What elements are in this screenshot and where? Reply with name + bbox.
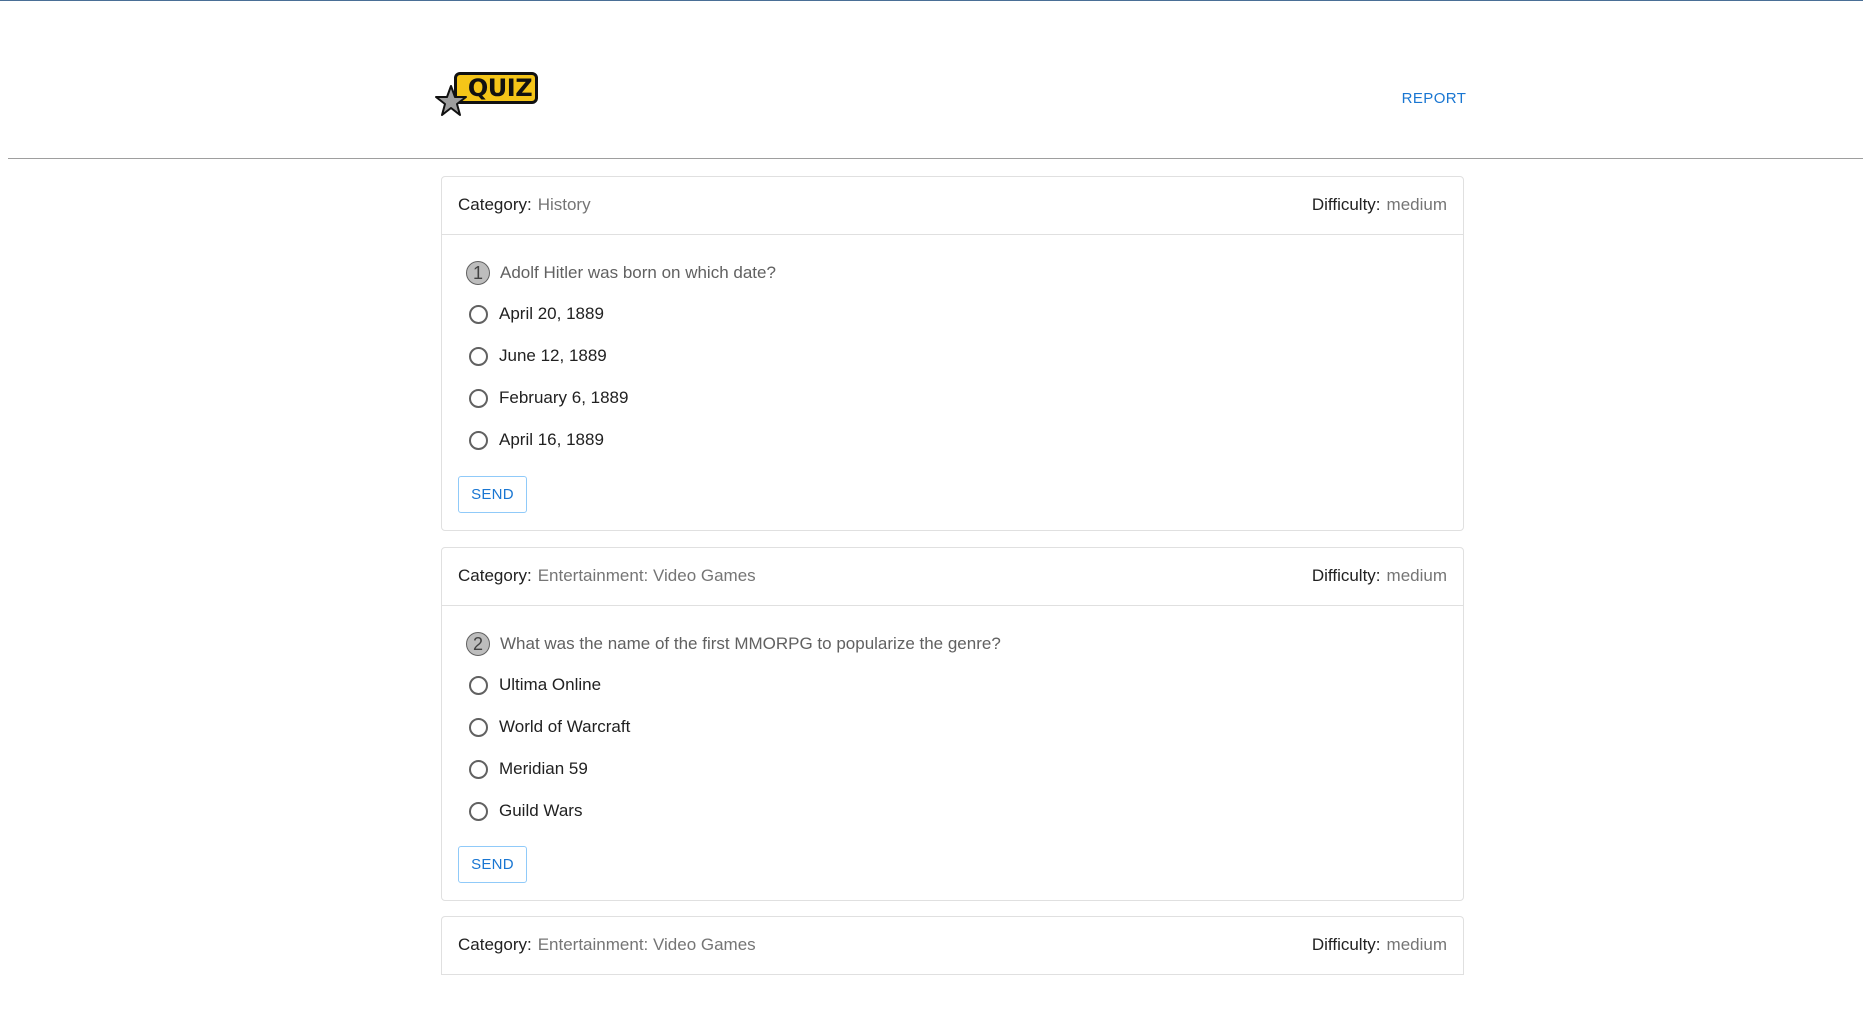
answer-label: April 20, 1889 (499, 304, 604, 323)
difficulty-label: Difficulty: (1311, 195, 1381, 214)
answer-label: Ultima Online (499, 675, 602, 694)
question-number-badge: 2 (466, 632, 490, 656)
category-label: Category: (458, 935, 532, 954)
radio-button[interactable] (469, 717, 488, 737)
category-info: Category: History (458, 194, 591, 216)
difficulty-value: medium (1386, 935, 1447, 954)
difficulty-info: Difficulty: medium (1312, 194, 1447, 216)
answer-label: Guild Wars (499, 801, 583, 820)
answer-option[interactable]: Guild Wars (469, 798, 582, 824)
question-card: Category: History Difficulty: medium 1 Ado… (441, 176, 1464, 531)
answer-option[interactable]: February 6, 1889 (469, 385, 628, 411)
category-label: Category: (458, 566, 532, 585)
question-number-badge: 1 (466, 261, 490, 285)
answer-option[interactable]: Meridian 59 (469, 756, 588, 782)
answer-label: April 16, 1889 (499, 430, 604, 449)
difficulty-info: Difficulty: medium (1312, 934, 1447, 956)
send-button[interactable]: SEND (458, 846, 527, 883)
category-value: Entertainment: Video Games (537, 566, 756, 585)
app-header (8, 1, 1863, 159)
category-info: Category: Entertainment: Video Games (458, 565, 756, 587)
answer-option[interactable]: Ultima Online (469, 672, 601, 698)
card-header: Category: Entertainment: Video Games Diff… (442, 548, 1463, 606)
category-info: Category: Entertainment: Video Games (458, 934, 756, 956)
answer-option[interactable]: June 12, 1889 (469, 343, 607, 369)
question-card: Category: Entertainment: Video Games Diff… (441, 547, 1464, 901)
answer-option[interactable]: April 16, 1889 (469, 427, 604, 453)
difficulty-info: Difficulty: medium (1312, 565, 1447, 587)
question: 1 Adolf Hitler was born on which date? (466, 259, 776, 287)
answer-label: June 12, 1889 (499, 346, 607, 365)
difficulty-value: medium (1386, 195, 1447, 214)
difficulty-label: Difficulty: (1311, 566, 1381, 585)
radio-button[interactable] (469, 388, 488, 408)
difficulty-label: Difficulty: (1311, 935, 1381, 954)
answer-label: Meridian 59 (499, 759, 588, 778)
card-header: Category: History Difficulty: medium (442, 177, 1463, 235)
quiz-logo[interactable]: QUIZ (434, 66, 544, 126)
card-header: Category: Entertainment: Video Games Diff… (442, 917, 1463, 975)
difficulty-value: medium (1386, 566, 1447, 585)
question: 2 What was the name of the first MMORPG … (466, 630, 1001, 658)
radio-button[interactable] (469, 759, 488, 779)
report-link[interactable]: REPORT (1394, 88, 1474, 110)
radio-button[interactable] (469, 304, 488, 324)
radio-button[interactable] (469, 801, 488, 821)
send-button[interactable]: SEND (458, 476, 527, 513)
answer-option[interactable]: World of Warcraft (469, 714, 630, 740)
question-card: Category: Entertainment: Video Games Diff… (441, 916, 1464, 975)
question-text: Adolf Hitler was born on which date? (500, 263, 776, 282)
question-text: What was the name of the first MMORPG to… (500, 634, 1001, 653)
radio-button[interactable] (469, 346, 488, 366)
category-value: History (537, 195, 591, 214)
star-icon (435, 85, 467, 116)
answer-option[interactable]: April 20, 1889 (469, 301, 604, 327)
answer-label: World of Warcraft (499, 717, 631, 736)
category-value: Entertainment: Video Games (537, 935, 756, 954)
radio-button[interactable] (469, 675, 488, 695)
category-label: Category: (458, 195, 532, 214)
answer-label: February 6, 1889 (499, 388, 629, 407)
radio-button[interactable] (469, 430, 488, 450)
